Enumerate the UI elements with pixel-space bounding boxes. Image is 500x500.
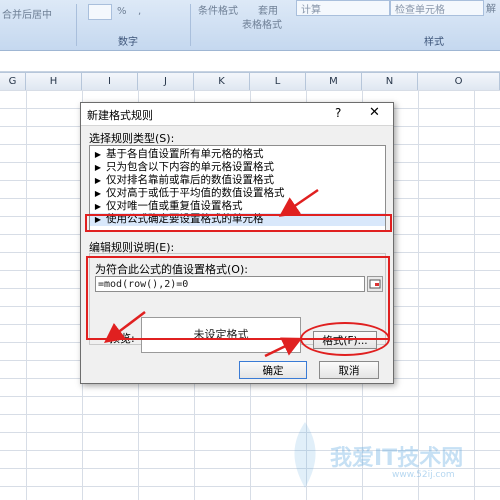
column-j[interactable]: J <box>138 73 194 90</box>
comma-button[interactable]: , <box>138 6 141 17</box>
check-cell-style[interactable]: 检查单元格 <box>390 0 484 16</box>
ribbon-separator <box>76 4 77 46</box>
watermark-logo <box>294 422 316 488</box>
rule-type-item[interactable]: ▶ 基于各自值设置所有单元格的格式 <box>90 148 385 161</box>
column-i[interactable]: I <box>82 73 138 90</box>
column-n[interactable]: N <box>362 73 418 90</box>
column-o[interactable]: O <box>418 73 500 90</box>
explain-cell-style[interactable]: 解 <box>486 0 496 15</box>
rule-type-label: 选择规则类型(S): <box>89 132 175 145</box>
triangle-right-icon: ▶ <box>94 163 102 172</box>
triangle-right-icon: ▶ <box>94 189 102 198</box>
dialog-title: 新建格式规则 <box>87 109 153 122</box>
triangle-right-icon: ▶ <box>94 150 102 159</box>
rule-type-item[interactable]: ▶ 仅对排名靠前或靠后的数值设置格式 <box>90 174 385 187</box>
ok-button[interactable]: 确定 <box>239 361 307 379</box>
annotation-highlight-rule <box>85 214 392 232</box>
rule-type-item[interactable]: ▶ 只为包含以下内容的单元格设置格式 <box>90 161 385 174</box>
triangle-right-icon: ▶ <box>94 202 102 211</box>
rule-type-item[interactable]: ▶ 仅对唯一值或重复值设置格式 <box>90 200 385 213</box>
formula-bar <box>0 51 500 72</box>
annotation-circle-format <box>300 322 390 356</box>
watermark-url: www.52ij.com <box>392 470 455 480</box>
column-l[interactable]: L <box>250 73 306 90</box>
currency-dropdown[interactable] <box>88 4 112 20</box>
help-icon[interactable]: ? <box>335 106 341 120</box>
number-group-label: 数字 <box>118 37 138 48</box>
watermark-text: 我爱IT技术网 <box>330 446 464 471</box>
conditional-format-button[interactable]: 条件格式 <box>198 2 238 17</box>
percent-button[interactable]: % <box>117 6 127 17</box>
ribbon-separator <box>190 4 191 46</box>
triangle-right-icon: ▶ <box>94 176 102 185</box>
ribbon: 合并后居中 % , 条件格式 套用 表格格式 计算 检查单元格 解 数字 样式 <box>0 0 500 51</box>
column-h[interactable]: H <box>26 73 82 90</box>
column-header: G H I J K L M N O <box>0 72 500 91</box>
rule-type-item[interactable]: ▶ 仅对高于或低于平均值的数值设置格式 <box>90 187 385 200</box>
style-group-label: 样式 <box>424 37 444 48</box>
column-m[interactable]: M <box>306 73 362 90</box>
table-format-label: 表格格式 <box>242 20 282 31</box>
apply-table-format-button[interactable]: 套用 <box>258 2 278 17</box>
close-icon[interactable]: ✕ <box>369 105 380 120</box>
calc-cell-style[interactable]: 计算 <box>296 0 390 16</box>
merge-center-button[interactable]: 合并后居中 <box>2 6 52 21</box>
cancel-button[interactable]: 取消 <box>319 361 379 379</box>
column-k[interactable]: K <box>194 73 250 90</box>
dialog-titlebar[interactable]: 新建格式规则 ? ✕ <box>81 103 393 126</box>
column-g[interactable]: G <box>0 73 26 90</box>
